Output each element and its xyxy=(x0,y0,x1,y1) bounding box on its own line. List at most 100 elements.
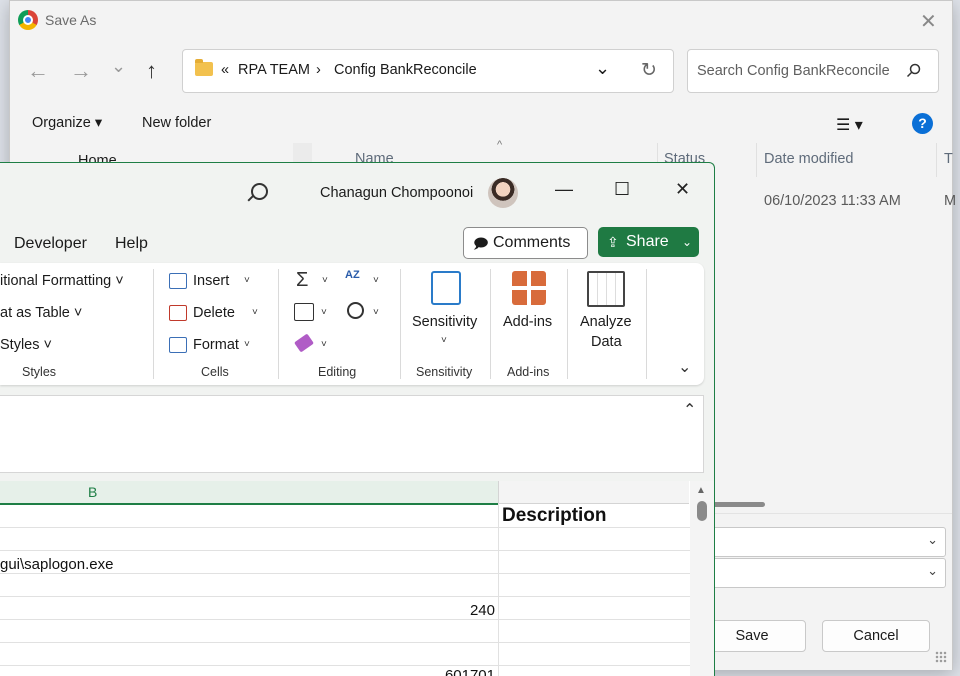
column-divider[interactable] xyxy=(936,143,937,177)
comments-button[interactable]: 🗩 Comments xyxy=(463,227,588,259)
dialog-title: Save As xyxy=(45,12,97,28)
group-divider xyxy=(567,269,568,379)
recent-locations-icon[interactable]: ⌄ xyxy=(111,56,126,77)
column-header-b[interactable]: B xyxy=(0,481,498,505)
chevron-down-icon[interactable]: ˅ xyxy=(373,307,379,318)
close-icon[interactable]: ✕ xyxy=(675,179,690,200)
column-header-c[interactable] xyxy=(498,481,689,504)
column-header-date-modified[interactable]: Date modified xyxy=(764,151,853,167)
chrome-icon xyxy=(18,10,38,30)
clear-icon[interactable] xyxy=(294,333,314,353)
chevron-down-icon[interactable]: ˅ xyxy=(373,275,379,286)
ribbon: itional Formatting ˅ at as Table ˅ Style… xyxy=(0,263,704,385)
scroll-up-icon[interactable]: ▲ xyxy=(696,485,706,496)
scrollbar-thumb[interactable] xyxy=(697,501,707,521)
find-icon[interactable] xyxy=(347,302,364,319)
column-header-type[interactable]: T xyxy=(944,151,953,167)
chevron-down-icon[interactable]: ˅ xyxy=(321,307,327,318)
add-ins-icon[interactable] xyxy=(512,271,546,305)
row-line xyxy=(0,527,690,528)
search-placeholder: Search Config BankReconcile xyxy=(697,63,890,79)
group-divider xyxy=(278,269,279,379)
file-type[interactable]: M xyxy=(944,193,956,209)
chevron-down-icon[interactable]: ˅ xyxy=(321,339,327,350)
avatar[interactable] xyxy=(488,178,518,208)
insert-cells-icon xyxy=(169,273,187,289)
breadcrumb-config-bankreconcile[interactable]: Config BankReconcile xyxy=(334,62,477,78)
worksheet-grid[interactable]: B Description gui\saplogon.exe 240 60170… xyxy=(0,481,690,676)
sensitivity-button[interactable]: Sensitivity xyxy=(412,314,477,330)
share-button[interactable]: ⇪ Share ⌄ xyxy=(598,227,699,257)
help-icon[interactable]: ? xyxy=(912,113,933,134)
breadcrumb-separator: › xyxy=(316,62,321,78)
group-label-sensitivity: Sensitivity xyxy=(416,365,473,379)
column-divider[interactable] xyxy=(756,143,757,177)
comment-icon: 🗩 xyxy=(473,235,489,251)
vertical-scrollbar[interactable]: ▲ xyxy=(690,481,714,676)
formula-bar[interactable]: ⌃ xyxy=(0,395,704,473)
close-icon[interactable]: ✕ xyxy=(920,9,937,34)
row-line xyxy=(0,550,690,551)
cell-saplogon-path[interactable]: gui\saplogon.exe xyxy=(0,556,113,573)
tab-developer[interactable]: Developer xyxy=(14,235,87,253)
format-button[interactable]: Format xyxy=(193,337,239,353)
address-dropdown-icon[interactable]: ⌄ xyxy=(595,58,610,79)
breadcrumb-overflow[interactable]: « xyxy=(221,62,229,78)
insert-button[interactable]: Insert xyxy=(193,273,229,289)
delete-button[interactable]: Delete xyxy=(193,305,235,321)
autosum-icon[interactable]: Σ xyxy=(296,269,308,292)
cell-description-header[interactable]: Description xyxy=(502,505,607,527)
chevron-down-icon[interactable]: ˅ xyxy=(244,339,250,350)
format-as-table-button[interactable]: at as Table ˅ xyxy=(0,305,82,321)
format-cells-icon xyxy=(169,337,187,353)
group-label-editing: Editing xyxy=(318,365,357,379)
search-icon[interactable] xyxy=(251,183,268,200)
file-date-modified[interactable]: 06/10/2023 11:33 AM xyxy=(764,193,901,209)
search-icon xyxy=(906,63,921,78)
new-folder-button[interactable]: New folder xyxy=(142,115,211,131)
group-divider xyxy=(490,269,491,379)
sort-filter-icon[interactable]: AZ xyxy=(345,269,360,281)
analyze-data-label-2[interactable]: Data xyxy=(591,334,622,350)
row-line xyxy=(0,573,690,574)
minimize-icon[interactable]: — xyxy=(555,179,573,200)
search-input[interactable]: Search Config BankReconcile xyxy=(687,49,939,93)
organize-button[interactable]: Organize ▾ xyxy=(32,115,102,131)
chevron-down-icon[interactable]: ˅ xyxy=(252,307,258,318)
group-label-styles: Styles xyxy=(22,365,57,379)
resize-grip-icon[interactable] xyxy=(935,651,947,663)
maximize-icon[interactable]: ☐ xyxy=(614,179,630,200)
cell-styles-button[interactable]: Styles ˅ xyxy=(0,337,52,353)
fill-icon[interactable] xyxy=(294,303,314,321)
collapse-ribbon-icon[interactable]: ⌄ xyxy=(678,357,691,377)
chevron-down-icon[interactable]: ˅ xyxy=(441,335,447,346)
chevron-down-icon[interactable]: ˅ xyxy=(244,275,250,286)
conditional-formatting-button[interactable]: itional Formatting ˅ xyxy=(0,273,124,289)
breadcrumb-rpa-team[interactable]: RPA TEAM xyxy=(238,62,310,78)
share-label: Share xyxy=(626,233,669,250)
account-name[interactable]: Chanagun Chompoonoi xyxy=(320,185,473,201)
analyze-data-icon[interactable] xyxy=(587,271,625,307)
forward-arrow-icon[interactable]: → xyxy=(70,58,92,84)
back-arrow-icon[interactable]: ← xyxy=(27,58,49,84)
cell-value-240[interactable]: 240 xyxy=(400,602,495,619)
group-label-add-ins: Add-ins xyxy=(507,365,550,379)
view-options-icon[interactable]: ☰ ▾ xyxy=(836,115,863,135)
sort-ascending-icon: ^ xyxy=(497,139,503,151)
address-bar[interactable]: « RPA TEAM › Config BankReconcile ⌄ ↻ xyxy=(182,49,674,93)
sensitivity-icon[interactable] xyxy=(431,271,461,305)
chevron-down-icon[interactable]: ˅ xyxy=(322,275,328,286)
row-line xyxy=(0,642,690,643)
dialog-titlebar: Save As ✕ xyxy=(10,1,952,39)
add-ins-button[interactable]: Add-ins xyxy=(503,314,552,330)
up-arrow-icon[interactable]: ↑ xyxy=(146,58,157,84)
cell-divider xyxy=(498,503,499,676)
row-line xyxy=(0,619,690,620)
chevron-down-icon[interactable]: ⌄ xyxy=(682,227,692,257)
refresh-icon[interactable]: ↻ xyxy=(641,59,657,82)
collapse-formula-bar-icon[interactable]: ⌃ xyxy=(683,400,696,420)
comments-label: Comments xyxy=(493,234,571,251)
cancel-button[interactable]: Cancel xyxy=(822,620,930,652)
analyze-data-label-1[interactable]: Analyze xyxy=(580,314,632,330)
tab-help[interactable]: Help xyxy=(115,235,148,253)
